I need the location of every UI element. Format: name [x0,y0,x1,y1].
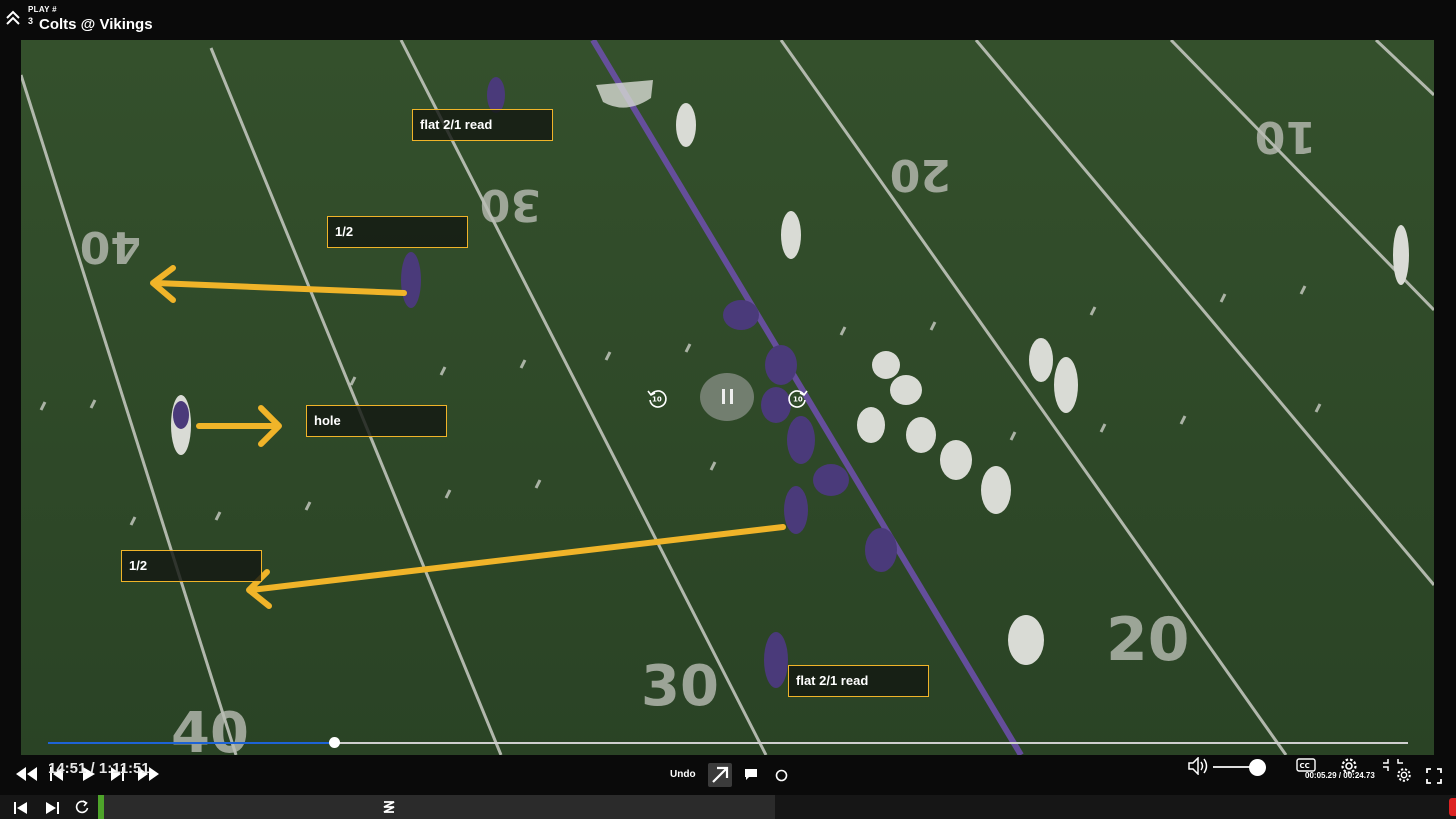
pause-icon [722,389,725,404]
skip-back-button[interactable] [16,767,38,786]
forward-icon: 10 [788,390,808,408]
clip-time-display: 00:05.29 / 00:24.73 [1305,771,1375,780]
annotation-label[interactable]: hole [306,405,447,437]
annotation-label[interactable]: flat 2/1 read [412,109,553,141]
arrow-up-right-icon [712,766,729,783]
yard-number: 30 [480,179,541,230]
control-bar: 14:51 / 1:11:51 Undo CC 00:05.29 / 00:24… [0,755,1456,795]
yard-number: 20 [890,149,951,200]
play-number: 3 [28,16,34,26]
fullscreen-button[interactable] [1426,768,1442,789]
yard-number: 10 [1255,111,1316,162]
previous-clip-button[interactable] [14,801,28,819]
right-edge [1434,40,1456,755]
video-review-app: PLAY # 3 Colts @ Vikings 40 30 20 10 30 … [0,0,1456,819]
playlist-bar [0,795,1456,819]
undo-button[interactable]: Undo [670,769,696,780]
skip-previous-icon [14,802,27,814]
replay-button[interactable] [75,800,89,819]
zigzag-icon [383,801,395,813]
expand-icon [1426,768,1442,784]
scrubber-progress [48,742,334,744]
header-bar: PLAY # 3 Colts @ Vikings [0,0,1456,40]
skip-next-icon [46,802,59,814]
svg-text:10: 10 [793,396,803,404]
replay-icon [75,800,89,814]
volume-button[interactable] [1188,756,1210,780]
yard-number: 30 [641,654,719,719]
timeline-marker-icon[interactable] [382,799,396,819]
annotation-label[interactable]: 1/2 [121,550,262,582]
left-edge [0,40,21,755]
collapse-chevron-icon[interactable] [4,8,22,30]
time-display: 14:51 / 1:11:51 [48,760,150,777]
play-number-label: PLAY # [28,5,57,14]
next-clip-button[interactable] [45,801,59,819]
red-flag-marker[interactable] [1449,798,1456,816]
circle-tool-button[interactable] [775,769,788,787]
yard-number: 40 [171,701,249,755]
gear-icon [1397,768,1411,782]
volume-handle[interactable] [1249,759,1266,776]
cc-icon: CC [1296,758,1316,772]
pause-button[interactable] [700,373,754,421]
page-title: Colts @ Vikings [39,16,153,33]
speech-bubble-icon [745,769,757,780]
comment-tool-button[interactable] [744,768,758,787]
scrubber-handle[interactable] [329,737,340,748]
forward-10-button[interactable]: 10 [787,387,809,409]
clip-timeline[interactable] [98,795,775,819]
svg-text:CC: CC [1300,762,1310,770]
settings-button-secondary[interactable] [1396,767,1412,788]
annotation-label[interactable]: 1/2 [327,216,468,248]
timeline-playhead[interactable] [98,795,104,819]
speaker-icon [1188,756,1208,776]
circle-icon [775,769,788,782]
skip-back-icon [16,767,37,781]
arrow-tool-button[interactable] [708,763,732,787]
svg-text:10: 10 [652,396,662,404]
rewind-icon: 10 [647,390,667,408]
yard-number: 20 [1106,605,1190,675]
yard-number: 40 [80,221,141,272]
annotation-label[interactable]: flat 2/1 read [788,665,929,697]
rewind-10-button[interactable]: 10 [646,387,668,409]
